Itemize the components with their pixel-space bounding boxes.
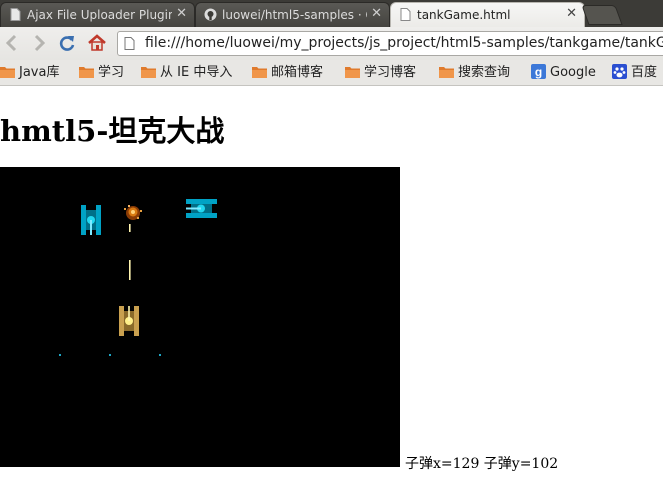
tab-label: tankGame.html [417, 8, 511, 22]
bookmark-label: 搜索查询 [458, 65, 511, 80]
bookmark-label: Google [550, 65, 596, 80]
google-icon: g [531, 64, 546, 79]
address-bar[interactable]: file:///home/luowei/my_projects/js_proje… [117, 31, 663, 56]
close-icon[interactable]: ✕ [566, 6, 577, 22]
forward-icon[interactable] [29, 33, 49, 53]
close-icon[interactable]: ✕ [371, 6, 382, 22]
reload-icon[interactable] [57, 33, 77, 53]
enemy-bullet [159, 354, 161, 356]
bookmark-google[interactable]: g Google [531, 64, 596, 81]
tank-game-canvas[interactable] [0, 167, 400, 467]
browser-toolbar: file:///home/luowei/my_projects/js_proje… [0, 27, 663, 60]
tab-label: Ajax File Uploader Plugin f [27, 8, 172, 22]
folder-icon [0, 67, 15, 78]
new-tab-button[interactable] [581, 5, 623, 25]
document-icon [400, 8, 411, 21]
svg-text:g: g [535, 65, 542, 79]
github-icon [204, 8, 217, 21]
document-icon [10, 8, 21, 21]
home-icon[interactable] [87, 33, 107, 53]
close-icon[interactable]: ✕ [176, 6, 187, 22]
bookmark-label: 邮箱博客 [271, 65, 324, 80]
folder-icon [141, 67, 156, 78]
bookmarks-bar: Java库 学习 从 IE 中导入 邮箱博客 学习博客 搜索查询 g Google… [0, 60, 663, 86]
page-title: hmtl5-坦克大战 [0, 114, 225, 148]
tab-strip: Ajax File Uploader Plugin f ✕ luowei/htm… [0, 0, 663, 27]
baidu-icon [612, 64, 627, 79]
folder-icon [345, 67, 360, 78]
tab-ajax-uploader[interactable]: Ajax File Uploader Plugin f ✕ [0, 2, 195, 27]
bookmark-import-ie[interactable]: 从 IE 中导入 [141, 64, 232, 81]
bookmark-study-blog[interactable]: 学习博客 [345, 64, 416, 81]
back-icon[interactable] [2, 33, 22, 53]
folder-icon [252, 67, 267, 78]
bookmark-mail-blog[interactable]: 邮箱博客 [252, 64, 323, 81]
bullet-coordinates: 子弹x=129 子弹y=102 [405, 456, 559, 472]
bookmark-java-lib[interactable]: Java库 [0, 64, 59, 81]
bullet [129, 260, 131, 280]
page-icon [124, 37, 135, 50]
enemy-bullet [59, 354, 61, 356]
bookmark-label: 百度 [631, 65, 658, 80]
bookmark-baidu[interactable]: 百度 [612, 64, 657, 81]
tab-tankgame[interactable]: tankGame.html ✕ [390, 2, 585, 27]
bookmark-study[interactable]: 学习 [79, 64, 124, 81]
folder-icon [439, 67, 454, 78]
bookmark-label: 学习博客 [364, 65, 417, 80]
url-text: file:///home/luowei/my_projects/js_proje… [145, 35, 663, 51]
enemy-bullet [109, 354, 111, 356]
bookmark-label: 学习 [98, 65, 125, 80]
tab-label: luowei/html5-samples · Gi [222, 8, 367, 22]
bookmark-search[interactable]: 搜索查询 [439, 64, 510, 81]
tab-github[interactable]: luowei/html5-samples · Gi ✕ [195, 2, 390, 27]
folder-icon [79, 67, 94, 78]
bookmark-label: 从 IE 中导入 [160, 65, 233, 80]
bookmark-label: Java库 [19, 65, 60, 80]
